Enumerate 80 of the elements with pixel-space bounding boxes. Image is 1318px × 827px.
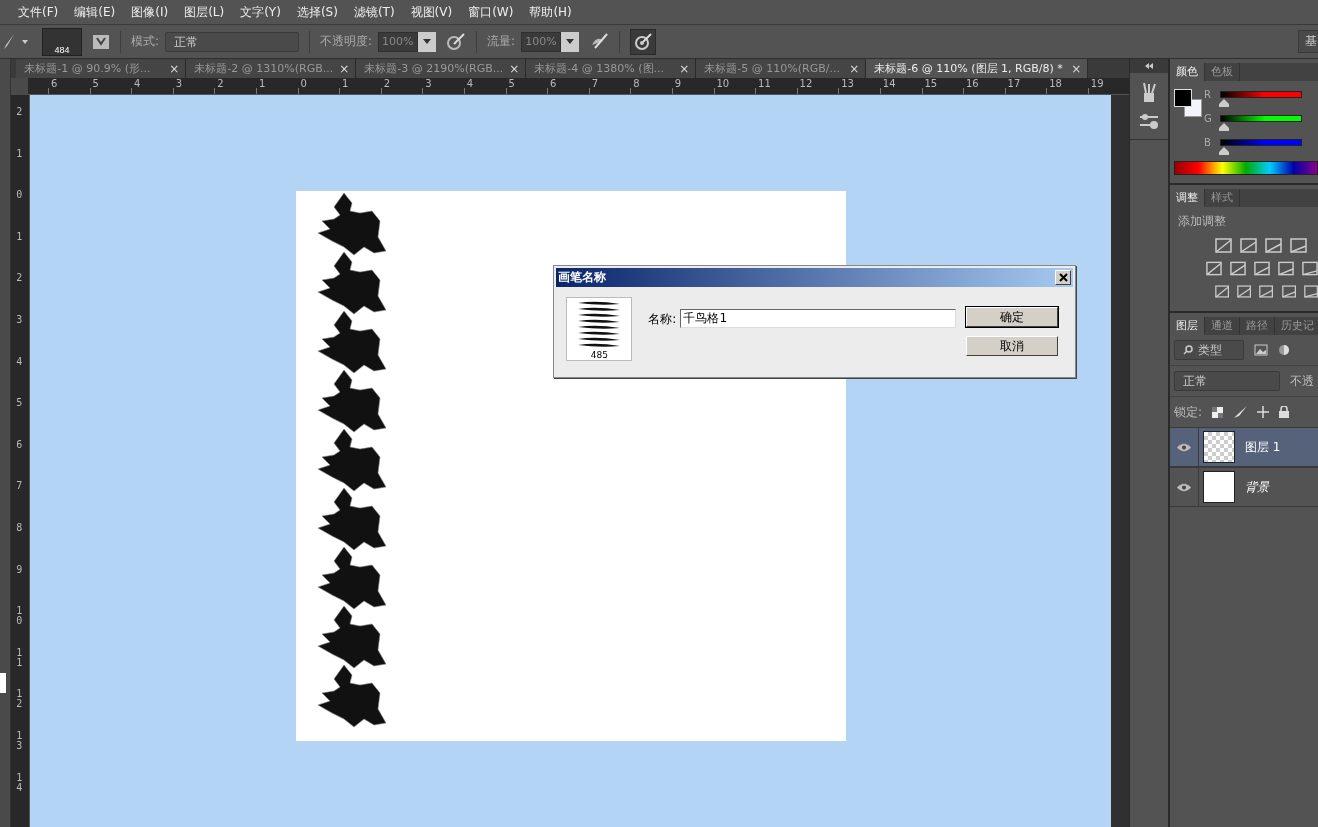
panel-tab[interactable]: 图层 xyxy=(1170,317,1205,335)
close-icon[interactable]: × xyxy=(509,61,520,76)
caret-icon[interactable] xyxy=(566,39,575,44)
channel-label: B xyxy=(1204,137,1212,148)
brush-preset-picker[interactable]: 484 xyxy=(42,27,82,56)
mode-label: 模式: xyxy=(131,33,160,50)
menu-item[interactable]: 文件(F) xyxy=(10,3,67,21)
name-input-field[interactable]: 千鸟格1 xyxy=(680,309,957,328)
channel-label: G xyxy=(1204,113,1213,124)
menu-item[interactable]: 帮助(H) xyxy=(521,3,580,21)
opacity-dropdown-button[interactable] xyxy=(418,31,437,52)
horizontal-ruler: 6 5 4 3 2 1 0 1 2 3 4 5 6 7 8 9 10 11 12 13 14 15 16 17 18 19 xyxy=(27,78,1130,95)
lock-icon[interactable] xyxy=(1279,406,1290,418)
document-tab[interactable]: 未标题-5 @ 110%(RGB/... × xyxy=(696,59,867,78)
eye-icon[interactable] xyxy=(1177,442,1191,452)
document-tab[interactable]: 未标题-6 @ 110% (图层 1, RGB/8) * × xyxy=(866,59,1089,78)
brush-icon[interactable] xyxy=(1233,406,1248,418)
layer-row[interactable]: 背景 xyxy=(1170,467,1318,507)
brush-cup-icon[interactable] xyxy=(1140,81,1159,103)
layer-filter-dropdown[interactable]: 类型 xyxy=(1174,340,1244,360)
panel-tab[interactable]: 调整 xyxy=(1170,189,1205,207)
document-tab[interactable]: 未标题-3 @ 2190%(RGB... × xyxy=(356,59,527,78)
tool-swatch[interactable] xyxy=(0,673,6,693)
eye-icon[interactable] xyxy=(1177,482,1191,492)
lock-transparency-icon[interactable] xyxy=(1212,406,1224,418)
menu-item[interactable]: 视图(V) xyxy=(402,3,461,21)
menu-item[interactable]: 滤镜(T) xyxy=(345,3,403,21)
flow-label: 流量: xyxy=(487,33,516,50)
caret-icon[interactable] xyxy=(423,39,432,44)
opacity-label: 不透明度: xyxy=(320,33,373,50)
mode-dropdown[interactable]: 正常 xyxy=(165,31,300,52)
close-icon[interactable]: × xyxy=(169,61,180,76)
cancel-button[interactable]: 取消 xyxy=(966,336,1059,356)
pressure-size-button[interactable] xyxy=(630,28,657,55)
panel-tab[interactable]: 通道 xyxy=(1205,317,1240,335)
panel-tab[interactable]: 路径 xyxy=(1240,317,1275,335)
channel-label: R xyxy=(1204,89,1212,100)
close-icon[interactable]: × xyxy=(679,61,690,76)
dialog-title: 画笔名称 xyxy=(558,269,607,286)
flow-dropdown-button[interactable] xyxy=(561,31,580,52)
document-tab[interactable]: 未标题-2 @ 1310%(RGB... × xyxy=(186,59,357,78)
lock-label: 锁定: xyxy=(1174,403,1203,421)
color-spectrum-bar[interactable] xyxy=(1174,161,1318,175)
close-icon[interactable]: × xyxy=(339,61,350,76)
layer-name: 图层 1 xyxy=(1245,438,1281,456)
layer-name: 背景 xyxy=(1245,478,1269,496)
image-filter-icon[interactable] xyxy=(1254,344,1268,356)
name-label: 名称: xyxy=(648,311,677,328)
move-icon[interactable] xyxy=(1257,406,1270,418)
panel-tab[interactable]: 颜色 xyxy=(1170,63,1205,81)
caret-icon[interactable] xyxy=(22,39,28,44)
menu-item[interactable]: 文字(Y) xyxy=(232,3,289,21)
opacity-label: 不透 xyxy=(1290,372,1314,390)
search-icon xyxy=(1183,345,1193,355)
collapse-arrows-icon[interactable] xyxy=(1145,63,1154,69)
add-adjustment-label: 添加调整 xyxy=(1177,213,1227,230)
color-swatches-drawing[interactable] xyxy=(1174,89,1202,117)
panel-tab[interactable]: 色板 xyxy=(1205,63,1240,81)
close-icon[interactable]: × xyxy=(849,61,860,76)
brush-panel-icon[interactable] xyxy=(92,33,110,50)
layer-row[interactable]: 图层 1 xyxy=(1170,427,1318,467)
document-tab[interactable]: 未标题-4 @ 1380% (图... × xyxy=(526,59,697,78)
menu-item[interactable]: 窗口(W) xyxy=(460,3,522,21)
brush-size-label: 485 xyxy=(590,350,608,360)
brush-settings-icon[interactable] xyxy=(1139,113,1160,131)
menu-item[interactable]: 选择(S) xyxy=(288,3,346,21)
workspace-button[interactable]: 基 xyxy=(1298,30,1318,53)
menu-item[interactable]: 编辑(E) xyxy=(66,3,124,21)
ok-button[interactable]: 确定 xyxy=(966,307,1059,327)
menu-item[interactable]: 图层(L) xyxy=(176,3,233,21)
airbrush-icon[interactable] xyxy=(589,32,610,51)
document-tab[interactable]: 未标题-1 @ 90.9% (形... × xyxy=(16,59,187,78)
pressure-opacity-icon[interactable] xyxy=(446,32,467,51)
panel-tab[interactable]: 样式 xyxy=(1205,189,1240,207)
panel-tab[interactable]: 历史记 xyxy=(1275,317,1318,335)
blend-mode-dropdown[interactable]: 正常 xyxy=(1174,371,1280,391)
menu-item[interactable]: 图像(I) xyxy=(123,3,177,21)
adjustment-filter-icon[interactable] xyxy=(1278,344,1290,356)
close-button[interactable] xyxy=(1055,270,1072,285)
close-icon[interactable]: × xyxy=(1071,61,1082,76)
